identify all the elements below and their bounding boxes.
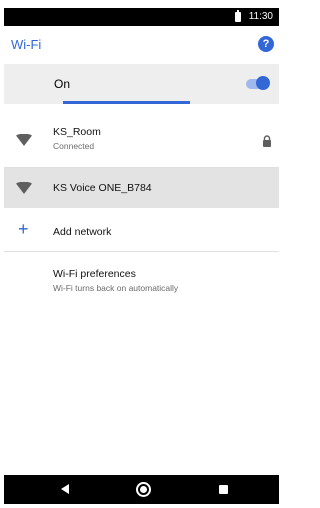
screen: 11:30 Wi-Fi ? On KS_Room Connected KS Vo… — [4, 8, 279, 504]
wifi-switch-label: On — [54, 77, 71, 91]
add-network-button[interactable]: + Add network — [4, 215, 279, 248]
battery-icon — [235, 10, 241, 22]
wifi-preferences-item[interactable]: Wi-Fi preferences Wi-Fi turns back on au… — [4, 256, 279, 301]
divider — [4, 251, 279, 252]
status-bar: 11:30 — [4, 8, 279, 26]
back-icon[interactable] — [61, 484, 69, 494]
lock-icon — [263, 135, 271, 147]
toggle-thumb — [256, 76, 270, 90]
wifi-toggle[interactable] — [244, 76, 270, 92]
device-frame: 11:30 Wi-Fi ? On KS_Room Connected KS Vo… — [0, 0, 283, 508]
network-item-ks-room[interactable]: KS_Room Connected — [4, 115, 279, 167]
home-icon[interactable] — [136, 482, 151, 497]
network-status: Connected — [53, 141, 95, 151]
page-title: Wi-Fi — [11, 37, 42, 52]
wifi-switch-bar[interactable]: On — [4, 64, 279, 104]
preferences-title: Wi-Fi preferences — [53, 268, 136, 280]
wifi-signal-icon — [16, 134, 32, 146]
navigation-bar — [4, 475, 279, 504]
help-icon[interactable]: ? — [258, 36, 274, 52]
network-item-ks-voice[interactable]: KS Voice ONE_B784 — [4, 168, 279, 208]
network-name: KS_Room — [53, 126, 101, 138]
recent-apps-icon[interactable] — [219, 485, 228, 494]
add-network-label: Add network — [53, 226, 112, 238]
preferences-subtitle: Wi-Fi turns back on automatically — [53, 283, 179, 293]
wifi-signal-icon — [16, 182, 32, 194]
plus-icon: + — [18, 219, 29, 239]
network-name: KS Voice ONE_B784 — [53, 182, 152, 194]
status-clock: 11:30 — [248, 11, 273, 22]
app-bar: Wi-Fi ? — [4, 26, 279, 64]
scan-progress-bar — [63, 101, 190, 104]
